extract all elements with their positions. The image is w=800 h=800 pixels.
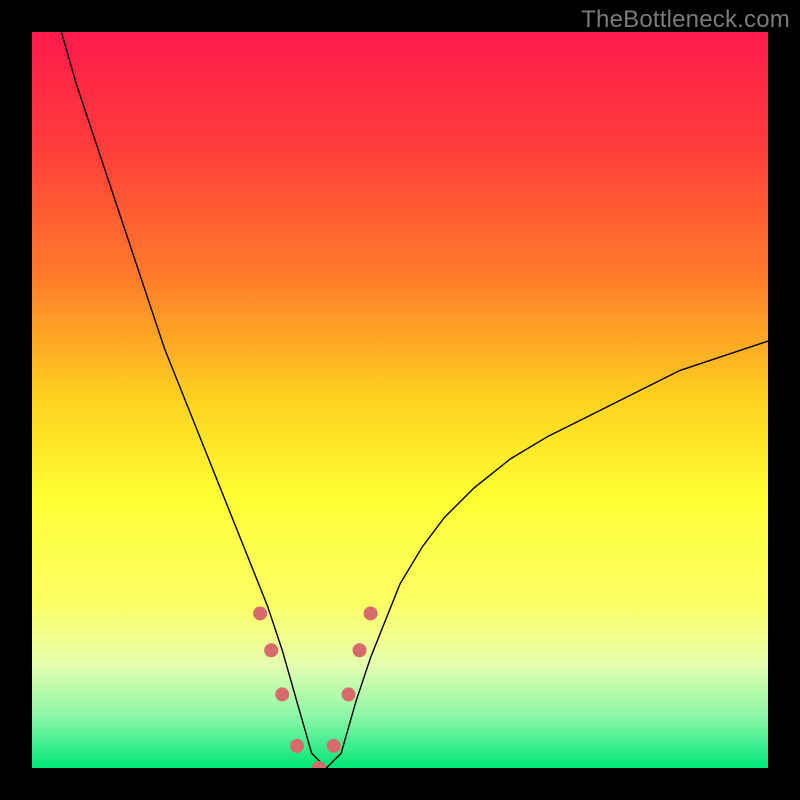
marker-point [341, 687, 355, 701]
marker-point [327, 739, 341, 753]
plot-area [32, 32, 768, 768]
watermark-text: TheBottleneck.com [581, 6, 790, 34]
chart-frame: TheBottleneck.com [0, 0, 800, 800]
chart-svg [32, 32, 768, 768]
marker-point [253, 606, 267, 620]
marker-point [275, 687, 289, 701]
marker-point [264, 643, 278, 657]
marker-point [364, 606, 378, 620]
marker-point [290, 739, 304, 753]
marker-point [353, 643, 367, 657]
gradient-background [32, 32, 768, 768]
